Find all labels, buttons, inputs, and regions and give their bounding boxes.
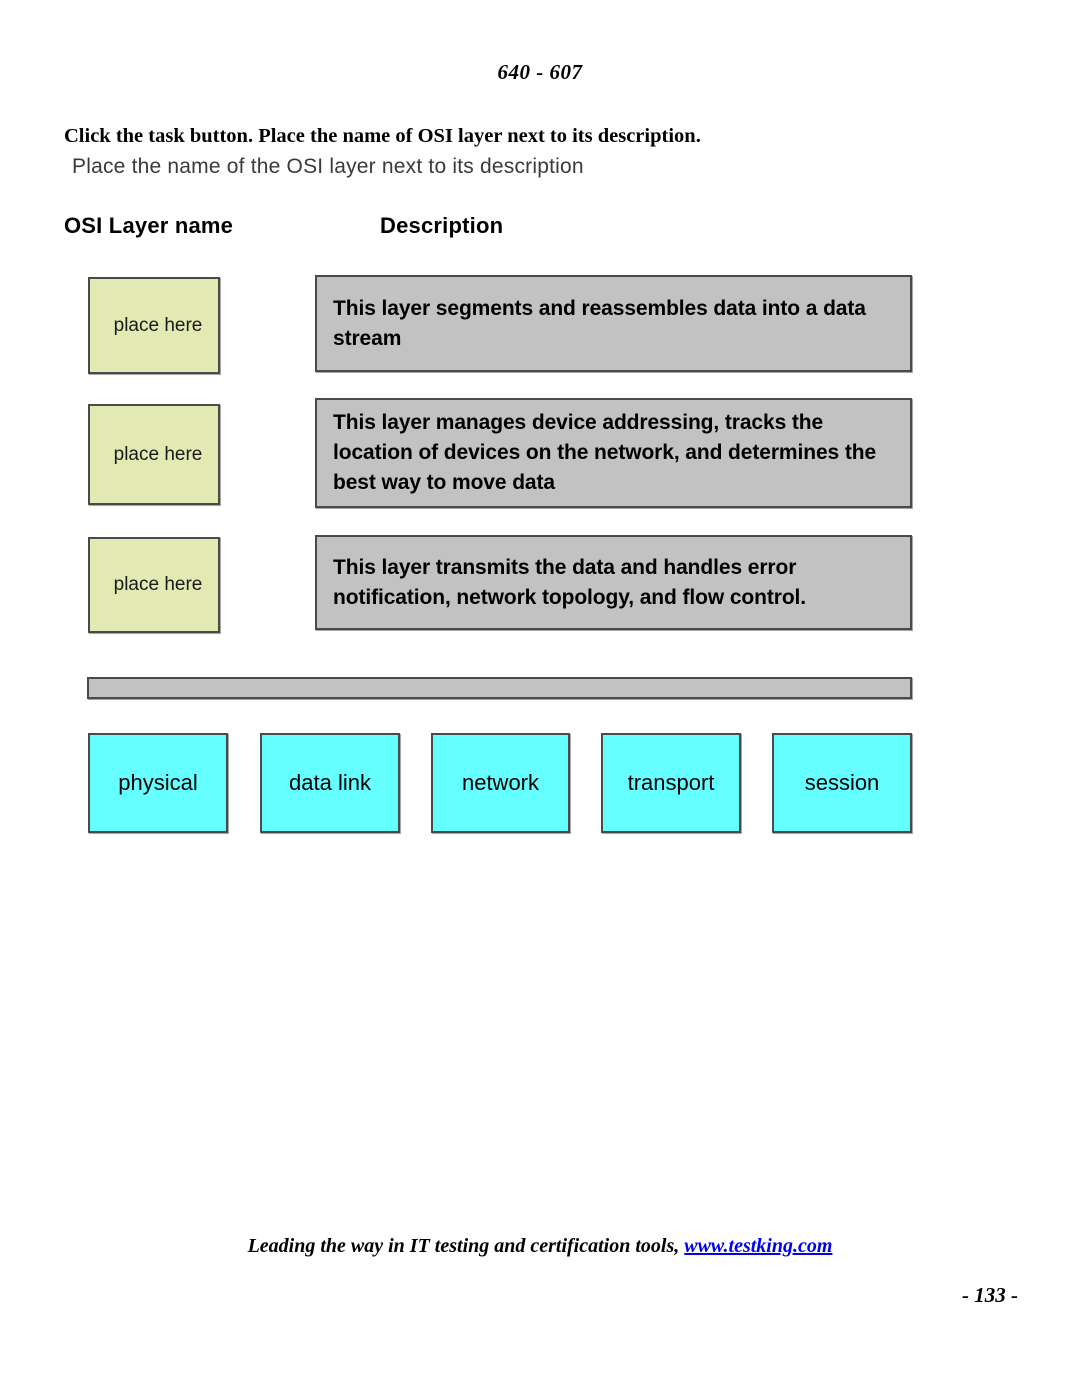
document-header: 640 - 607 xyxy=(497,60,583,84)
draggable-layer-network[interactable]: network xyxy=(431,733,570,833)
draggable-layer-physical[interactable]: physical xyxy=(88,733,228,833)
answer-tray-bar xyxy=(87,677,912,699)
description-box-1: This layer segments and reassembles data… xyxy=(315,275,912,372)
layer-label: network xyxy=(461,770,540,795)
question-instruction: Click the task button. Place the name of… xyxy=(64,124,1024,148)
page-number: - 133 - xyxy=(962,1283,1018,1307)
drop-target-label: place here xyxy=(113,314,203,336)
layer-label: session xyxy=(804,770,880,795)
description-text: This layer segments and reassembles data… xyxy=(333,296,866,350)
footer: Leading the way in IT testing and certif… xyxy=(0,1235,1080,1258)
question-instruction-tail: . xyxy=(695,125,701,147)
drop-target-placeholder-1[interactable]: place here xyxy=(88,277,220,374)
document-page: 640 - 607 Click the task button. Place t… xyxy=(0,0,1080,1397)
description-text: This layer manages device addressing, tr… xyxy=(333,411,877,494)
layer-label: transport xyxy=(627,770,715,795)
question-instruction-bold: Click the task button. Place the name of… xyxy=(64,125,696,147)
description-box-3: This layer transmits the data and handle… xyxy=(315,535,912,630)
drop-target-label: place here xyxy=(113,443,203,465)
layer-label: physical xyxy=(118,770,198,795)
footer-text: Leading the way in IT testing and certif… xyxy=(247,1235,685,1257)
question-subtitle: Place the name of the OSI layer next to … xyxy=(72,155,584,178)
layer-label: data link xyxy=(289,770,371,795)
footer-link-testking[interactable]: www.testking.com xyxy=(684,1235,832,1257)
description-text: This layer transmits the data and handle… xyxy=(333,555,807,609)
draggable-layer-data-link[interactable]: data link xyxy=(260,733,400,833)
column-heading-description: Description xyxy=(380,213,504,238)
drop-target-placeholder-3[interactable]: place here xyxy=(88,537,220,633)
column-heading-osi-layer-name: OSI Layer name xyxy=(64,213,234,238)
description-box-2: This layer manages device addressing, tr… xyxy=(315,398,912,508)
drop-target-placeholder-2[interactable]: place here xyxy=(88,404,220,505)
drop-target-label: place here xyxy=(113,574,203,595)
draggable-layer-session[interactable]: session xyxy=(772,733,912,833)
draggable-layer-transport[interactable]: transport xyxy=(601,733,741,833)
